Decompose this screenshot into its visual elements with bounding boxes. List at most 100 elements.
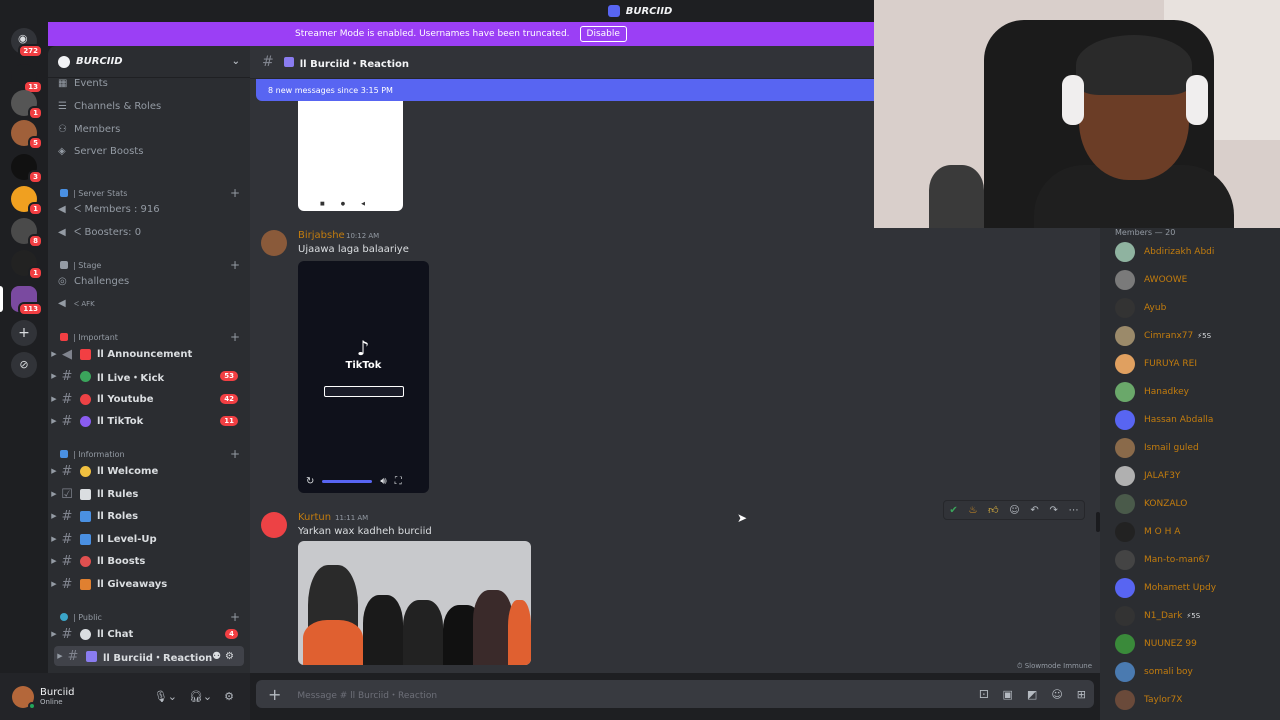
add-reaction-icon[interactable]: ☺ xyxy=(1009,505,1019,516)
category-public[interactable]: | Public + xyxy=(60,610,240,624)
server-header[interactable]: BURCIID ⌄ xyxy=(48,46,250,78)
member-item[interactable]: Ayub xyxy=(1115,297,1275,319)
more-icon[interactable]: ⋯ xyxy=(1069,505,1079,516)
reply-icon[interactable]: ↶ xyxy=(1030,505,1038,516)
progress-bar[interactable] xyxy=(322,479,373,483)
add-channel-icon[interactable]: + xyxy=(230,258,240,272)
member-item[interactable]: FURUYA REI xyxy=(1115,353,1275,375)
hash-icon: # xyxy=(61,391,73,407)
speaker-icon: ◀ xyxy=(58,203,66,215)
member-item[interactable]: KONZALO xyxy=(1115,493,1275,515)
server-icon[interactable]: 1 xyxy=(11,186,43,216)
fullscreen-icon[interactable]: ⛶ xyxy=(395,476,402,487)
sidebar-item-channels-roles[interactable]: ☰ Channels & Roles xyxy=(58,101,161,112)
volume-icon[interactable]: 🔊︎ xyxy=(380,476,386,487)
voice-channel-boosters[interactable]: ◀ ᐸ Boosters: 0 xyxy=(58,227,141,238)
member-item[interactable]: Taylor7X xyxy=(1115,689,1275,711)
channel-label: Challenges xyxy=(74,276,130,287)
channel-youtube[interactable]: ▶ # ll Youtube 42 xyxy=(48,389,250,409)
channel-tiktok[interactable]: ▶ # ll TikTok 11 xyxy=(48,411,250,431)
server-icon[interactable]: 1 xyxy=(11,250,43,280)
channel-giveaways[interactable]: ▶ # ll Giveaways xyxy=(48,574,250,594)
channel-rules[interactable]: ▶ ☑ ll Rules xyxy=(48,484,250,504)
user-info[interactable]: Burciid Online xyxy=(40,687,75,706)
voice-channel-members[interactable]: ◀ ᐸ Members : 916 xyxy=(58,204,160,215)
explore-icon[interactable]: ⊘ xyxy=(11,352,37,378)
server-icon[interactable]: 3 xyxy=(11,154,43,184)
category-important[interactable]: | Important + xyxy=(60,330,240,344)
add-attachment-icon[interactable]: + xyxy=(268,685,281,704)
gif-icon[interactable]: ▣ xyxy=(1003,688,1013,701)
sidebar-item-members[interactable]: ⚇ Members xyxy=(58,124,120,135)
channel-live-kick[interactable]: ▶ # ll Live・Kick 53 xyxy=(48,366,250,386)
channel-boosts[interactable]: ▶ # ll Boosts xyxy=(48,551,250,571)
microphone-icon[interactable]: 🎙︎⌄ xyxy=(154,690,177,703)
add-channel-icon[interactable]: + xyxy=(230,186,240,200)
message-composer[interactable]: + Message # ll Burciid・Reaction ⚀ ▣ ◩ ☺ … xyxy=(256,680,1094,708)
member-item[interactable]: Abdirizakh Abdi xyxy=(1115,241,1275,263)
channel-settings-icons[interactable]: ⚉⚙ xyxy=(212,651,238,662)
gift-icon[interactable]: ⚀ xyxy=(979,688,989,701)
stage-channel-challenges[interactable]: ◎ Challenges xyxy=(58,276,129,287)
sidebar-item-label: Channels & Roles xyxy=(74,101,162,112)
avatar xyxy=(1115,634,1135,654)
member-item[interactable]: Mohamett Updy xyxy=(1115,577,1275,599)
voice-channel-afk[interactable]: ◀ ᐸ AFK xyxy=(58,299,95,309)
image-attachment[interactable] xyxy=(298,541,531,665)
thumbs-up-reaction-icon[interactable]: 👍︎ xyxy=(988,504,998,516)
member-name: N1_Dark xyxy=(1144,611,1183,621)
message-author[interactable]: Kurtun xyxy=(298,512,331,523)
gear-icon[interactable]: ⚙ xyxy=(224,690,234,703)
image-attachment[interactable]: ■●◀ xyxy=(298,101,403,211)
replay-icon[interactable]: ↻ xyxy=(306,476,314,487)
member-item[interactable]: JALAF3Y xyxy=(1115,465,1275,487)
channel-roles[interactable]: ▶ # ll Roles xyxy=(48,506,250,526)
add-channel-icon[interactable]: + xyxy=(230,610,240,624)
headphones-icon[interactable]: 🎧︎⌄ xyxy=(189,690,212,703)
add-server-icon[interactable]: + xyxy=(11,320,37,346)
window-title: BURCIID xyxy=(625,5,673,17)
add-channel-icon[interactable]: + xyxy=(230,447,240,461)
channel-welcome[interactable]: ▶ # ll Welcome xyxy=(48,461,250,481)
member-item[interactable]: Hassan Abdalla xyxy=(1115,409,1275,431)
video-attachment[interactable]: ♪ TikTok ↻ 🔊︎ ⛶ xyxy=(298,261,429,493)
member-item[interactable]: M O H A xyxy=(1115,521,1275,543)
sticker-icon[interactable]: ◩ xyxy=(1027,688,1037,701)
home-button[interactable]: ◉ 272 xyxy=(11,28,43,58)
apps-icon[interactable]: ⊞ xyxy=(1077,688,1086,701)
member-item[interactable]: Hanadkey xyxy=(1115,381,1275,403)
sidebar-item-events[interactable]: ▦ Events xyxy=(58,78,108,89)
avatar[interactable] xyxy=(261,230,287,256)
server-icon[interactable]: 1 xyxy=(11,90,43,120)
forward-icon[interactable]: ↷ xyxy=(1050,505,1058,516)
disable-button[interactable]: Disable xyxy=(579,26,627,42)
member-item[interactable]: NUUNEZ 99 xyxy=(1115,633,1275,655)
member-name: AWOOWE xyxy=(1144,275,1188,285)
member-item[interactable]: Man-to-man67 xyxy=(1115,549,1275,571)
category-server-stats[interactable]: | Server Stats + xyxy=(60,186,240,200)
add-channel-icon[interactable]: + xyxy=(230,330,240,344)
message-author[interactable]: Birjabshe xyxy=(298,230,345,241)
category-information[interactable]: | Information + xyxy=(60,447,240,461)
server-icon-burciid[interactable]: 113 xyxy=(11,286,43,316)
channel-announcement[interactable]: ▶ ◀ ll Announcement xyxy=(48,344,250,364)
server-icon[interactable]: 13 xyxy=(11,64,43,94)
check-reaction-icon[interactable]: ✔ xyxy=(949,505,957,516)
channel-level-up[interactable]: ▶ # ll Level-Up xyxy=(48,529,250,549)
channel-burciid-reaction[interactable]: ▶ # ll Burciid・Reaction ⚉⚙ xyxy=(54,646,244,666)
server-icon[interactable]: 8 xyxy=(11,218,43,248)
member-item[interactable]: AWOOWE xyxy=(1115,269,1275,291)
fire-reaction-icon[interactable]: ♨ xyxy=(968,505,977,516)
sidebar-item-server-boosts[interactable]: ◈ Server Boosts xyxy=(58,146,143,157)
member-item[interactable]: Cimranx77 ⚡5S xyxy=(1115,325,1275,347)
emoji-icon[interactable]: ☺ xyxy=(1051,688,1062,701)
avatar[interactable] xyxy=(12,685,36,710)
new-messages-bar[interactable]: 8 new messages since 3:15 PM xyxy=(256,79,874,101)
member-item[interactable]: Ismail guled xyxy=(1115,437,1275,459)
member-item[interactable]: N1_Dark ⚡5S xyxy=(1115,605,1275,627)
member-item[interactable]: somali boy xyxy=(1115,661,1275,683)
avatar[interactable] xyxy=(261,512,287,538)
server-icon[interactable]: 5 xyxy=(11,120,43,150)
channel-chat[interactable]: ▶ # ll Chat 4 xyxy=(48,624,250,644)
category-stage[interactable]: | Stage + xyxy=(60,258,240,272)
